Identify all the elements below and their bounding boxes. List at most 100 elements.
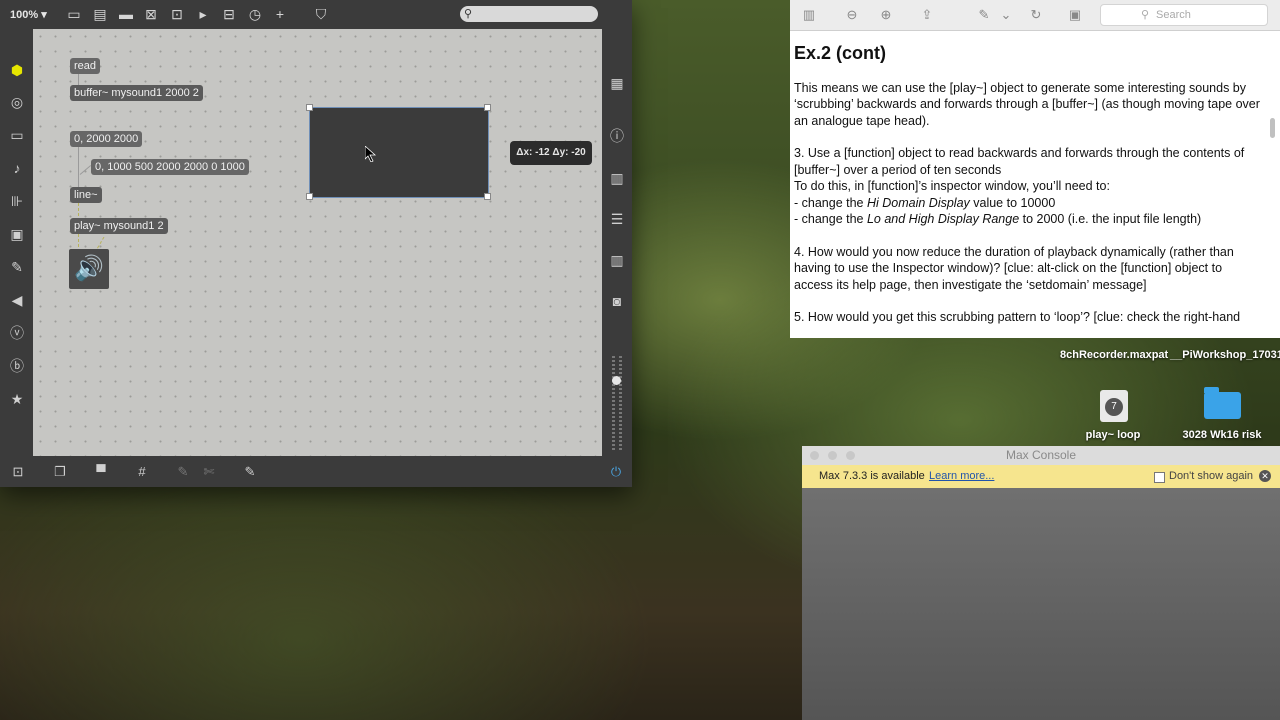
desktop-icon-workshop[interactable]: __PiWorkshop_170313_Lite: [1170, 349, 1280, 361]
ezdac-speaker-icon[interactable]: 🔊: [69, 249, 109, 289]
patch-cord[interactable]: [78, 147, 79, 187]
sidebar-icon[interactable]: ▥: [800, 6, 818, 24]
toolbox-icon[interactable]: ▣: [1066, 6, 1084, 24]
signal-cord[interactable]: [78, 203, 79, 219]
list-message[interactable]: 0, 1000 500 2000 2000 0 1000: [91, 159, 249, 175]
max-patcher-window: 100% ▾ ▭ ▤ ▬ ⊠ ⊡ ▸ ⊟ ◷ + ⛉ ⚲ ⬢ ◎ ▭ ♪ ⊪ ▣…: [0, 0, 632, 487]
paragraph-2: 3. Use a [function] object to read backw…: [794, 146, 1245, 226]
message-icon[interactable]: ▤: [91, 5, 109, 23]
preview-toolbar: ▥ ⊖ ⊕ ⇪ ✎ ⌄ ↻ ▣ ⚲ Search: [790, 0, 1280, 31]
zoom-button[interactable]: [846, 451, 855, 460]
resize-handle[interactable]: [306, 104, 313, 111]
paragraph-4: 5. How would you get this scrubbing patt…: [794, 310, 1241, 324]
wrench-icon[interactable]: ✎: [241, 463, 259, 481]
b-icon[interactable]: ⓑ: [7, 356, 27, 376]
ramp-message[interactable]: 0, 2000 2000: [70, 131, 143, 147]
resize-handle[interactable]: [484, 193, 491, 200]
number-box-icon[interactable]: ▸: [194, 5, 212, 23]
close-banner-icon[interactable]: ✕: [1259, 470, 1271, 482]
search-icon: ⚲: [464, 8, 473, 20]
button-icon[interactable]: ⊠: [142, 5, 160, 23]
console-log-area[interactable]: [802, 488, 1280, 720]
max-console-window: Max Console Max 7.3.3 is available Learn…: [802, 446, 1280, 720]
search-icon: ⚲: [1141, 9, 1150, 21]
update-banner: Max 7.3.3 is available Learn more... Don…: [802, 465, 1280, 488]
debug-step-icon[interactable]: ✄: [200, 463, 218, 481]
sequencer-icon[interactable]: ⊪: [7, 191, 27, 211]
new-object-icon[interactable]: ▭: [65, 5, 83, 23]
camera-icon[interactable]: ◙: [607, 291, 627, 311]
console-titlebar: Max Console: [802, 446, 1280, 465]
zoom-in-icon[interactable]: ⊕: [877, 6, 895, 24]
buffer-object[interactable]: buffer~ mysound1 2000 2: [70, 85, 203, 101]
zoom-out-icon[interactable]: ⊖: [843, 6, 861, 24]
minimize-button[interactable]: [828, 451, 837, 460]
left-sidebar: ⬢ ◎ ▭ ♪ ⊪ ▣ ✎ ◀ ⓥ ⓑ ★: [0, 29, 33, 456]
mouse-cursor-icon: [365, 146, 377, 162]
windows-icon[interactable]: ❐: [51, 463, 69, 481]
level-meter[interactable]: [611, 356, 623, 450]
function-object[interactable]: [309, 107, 489, 198]
volume-slider-knob[interactable]: [612, 376, 621, 385]
image-icon[interactable]: ▣: [7, 224, 27, 244]
debug-icon[interactable]: ✎: [174, 463, 192, 481]
grid-toggle-icon[interactable]: #: [133, 463, 151, 481]
chevron-down-icon[interactable]: ⌄: [997, 6, 1015, 24]
dont-show-checkbox[interactable]: [1154, 472, 1165, 483]
paragraph-1: This means we can use the [play~] object…: [794, 80, 1260, 128]
update-text: Max 7.3.3 is available: [819, 470, 925, 482]
v-icon[interactable]: ⓥ: [7, 323, 27, 343]
music-note-icon[interactable]: ♪: [7, 158, 27, 178]
dial-icon[interactable]: ◷: [246, 5, 264, 23]
patcher-bottom-bar: ⊡ ❐ ▀ # ✎ ✄ ✎ ⏻: [0, 456, 632, 487]
keyboard-icon[interactable]: ▭: [7, 125, 27, 145]
document-scrollbar[interactable]: [1270, 118, 1275, 138]
reference-icon[interactable]: ▥: [607, 250, 627, 270]
toggle-icon[interactable]: ⊡: [168, 5, 186, 23]
search-placeholder: Search: [1156, 9, 1191, 21]
desktop-icon-recorder[interactable]: 8chRecorder.maxpat: [1060, 349, 1168, 361]
rotate-icon[interactable]: ↻: [1027, 6, 1045, 24]
resize-handle[interactable]: [306, 193, 313, 200]
preview-search-input[interactable]: ⚲ Search: [1100, 4, 1268, 26]
document-heading: Ex.2 (cont): [794, 43, 887, 63]
cube-icon[interactable]: ⬢: [7, 60, 27, 80]
book-icon[interactable]: ▥: [607, 168, 627, 188]
read-message[interactable]: read: [70, 58, 101, 74]
patcher-toolbar: 100% ▾ ▭ ▤ ▬ ⊠ ⊡ ▸ ⊟ ◷ + ⛉ ⚲: [0, 0, 632, 29]
paint-bucket-icon[interactable]: ⛉: [312, 5, 330, 23]
learn-more-link[interactable]: Learn more...: [929, 465, 994, 488]
desktop-icon-play-loop[interactable]: play~ loop: [1075, 429, 1151, 441]
signal-cord[interactable]: [78, 234, 79, 250]
markup-icon[interactable]: ✎: [975, 6, 993, 24]
plug-icon[interactable]: ◀: [7, 290, 27, 310]
dont-show-label: Don't show again: [1169, 470, 1254, 482]
preview-document-window: ▥ ⊖ ⊕ ⇪ ✎ ⌄ ↻ ▣ ⚲ Search Ex.2 (cont) Thi…: [790, 0, 1280, 338]
close-button[interactable]: [810, 451, 819, 460]
zoom-selector[interactable]: 100% ▾: [10, 8, 47, 21]
console-title: Max Console: [1005, 448, 1077, 462]
info-icon[interactable]: ⓘ: [607, 126, 627, 146]
share-icon[interactable]: ⇪: [918, 6, 936, 24]
paperclip-icon[interactable]: ✎: [7, 257, 27, 277]
desktop-icon-risk[interactable]: 3028 Wk16 risk: [1172, 429, 1272, 441]
document-content: Ex.2 (cont) This means we can use the [p…: [794, 43, 1264, 342]
add-object-icon[interactable]: +: [271, 5, 289, 23]
paragraph-3: 4. How would you now reduce the duration…: [794, 244, 1234, 292]
drag-delta-tooltip: Δx: -12 Δy: -20: [510, 141, 592, 165]
grid-icon[interactable]: ▦: [607, 73, 627, 93]
list-icon[interactable]: ☰: [607, 209, 627, 229]
play-object[interactable]: play~ mysound1 2: [70, 218, 168, 234]
lock-icon[interactable]: ⊡: [9, 463, 27, 481]
audio-power-icon[interactable]: ⏻: [607, 463, 625, 481]
max-file-icon[interactable]: 7: [1100, 390, 1128, 422]
presentation-icon[interactable]: ▀: [92, 463, 110, 481]
resize-handle[interactable]: [484, 104, 491, 111]
line-object[interactable]: line~: [70, 187, 102, 203]
slider-icon[interactable]: ⊟: [220, 5, 238, 23]
folder-icon[interactable]: [1204, 387, 1241, 419]
object-search-input[interactable]: ⚲: [460, 6, 598, 22]
star-icon[interactable]: ★: [7, 389, 27, 409]
comment-icon[interactable]: ▬: [117, 5, 135, 23]
target-icon[interactable]: ◎: [7, 92, 27, 112]
